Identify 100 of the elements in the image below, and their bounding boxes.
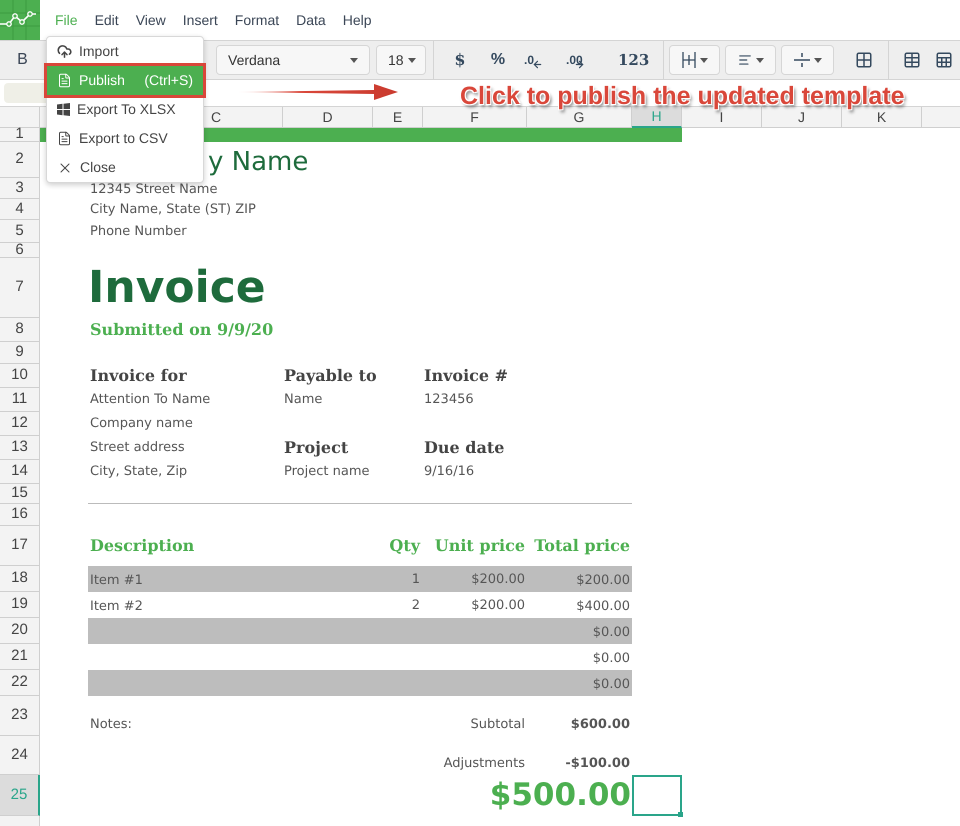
item-description: Item #2: [90, 599, 143, 614]
row-header[interactable]: 18: [0, 566, 40, 592]
row-header[interactable]: 13: [0, 436, 40, 460]
row-header[interactable]: 4: [0, 199, 40, 220]
column-header[interactable]: F: [423, 107, 527, 128]
bill-to-line: Company name: [90, 415, 193, 434]
row-header[interactable]: 14: [0, 460, 40, 484]
menu-item[interactable]: Close: [47, 153, 203, 182]
menu-bar-item[interactable]: Format: [234, 10, 280, 30]
row-header[interactable]: 22: [0, 670, 40, 696]
row-header[interactable]: 6: [0, 243, 40, 258]
item-total: $0.00: [592, 624, 630, 642]
font-size-select[interactable]: 18: [376, 45, 426, 75]
row-header[interactable]: 1: [0, 128, 40, 142]
percent-button[interactable]: %: [486, 48, 510, 72]
row-header[interactable]: 9: [0, 342, 40, 364]
row-header[interactable]: 5: [0, 220, 40, 243]
notes-label: Notes:: [90, 716, 132, 734]
row-header[interactable]: 2: [0, 142, 40, 178]
row-header[interactable]: 11: [0, 388, 40, 412]
increase-decimals-button[interactable]: .00: [566, 48, 596, 72]
menu-bar-item[interactable]: Edit: [94, 10, 119, 30]
subtotal-value: $600.00: [570, 716, 630, 734]
borders-button[interactable]: [669, 45, 720, 75]
selected-cell[interactable]: [632, 775, 682, 816]
bill-to-line: Street address: [90, 439, 185, 458]
row-header[interactable]: 15: [0, 484, 40, 504]
currency-button[interactable]: $: [448, 48, 472, 72]
menu-bar-item[interactable]: Help: [342, 10, 372, 30]
item-total: $0.00: [592, 676, 630, 694]
item-description: Item #1: [90, 573, 143, 588]
caret-icon: [408, 58, 416, 62]
row-header[interactable]: 7: [0, 258, 40, 318]
row-header[interactable]: 3: [0, 178, 40, 199]
company-name: y Name: [208, 146, 308, 178]
row-header[interactable]: 10: [0, 364, 40, 388]
total-amount: $500.00: [490, 780, 631, 811]
decrease-decimals-button[interactable]: .0: [524, 48, 552, 72]
cloud-upload-icon: [57, 44, 72, 59]
row-header[interactable]: 24: [0, 736, 40, 775]
section-heading: Due date: [424, 437, 504, 459]
menu-bar-item[interactable]: View: [136, 10, 166, 30]
column-heading: Total price: [534, 535, 630, 557]
shortcut-label: (Ctrl+S): [144, 71, 193, 90]
document-icon: [57, 131, 72, 146]
section-heading: Project: [284, 437, 348, 459]
menu-bar-item[interactable]: Insert: [182, 10, 218, 30]
row-header[interactable]: 21: [0, 644, 40, 670]
project-name: Project name: [284, 463, 370, 482]
border-icon: [682, 52, 696, 68]
windows-icon: [57, 103, 70, 116]
adjustments-value: -$100.00: [565, 754, 630, 772]
column-header[interactable]: D: [283, 107, 373, 128]
column-heading: Qty: [389, 535, 420, 557]
caret-icon: [814, 58, 822, 62]
column-header[interactable]: J: [762, 107, 842, 128]
caret-icon: [700, 58, 708, 62]
merge-cells-icon: [855, 51, 874, 69]
arrow-left-icon: [532, 59, 543, 70]
column-heading: Description: [90, 535, 194, 557]
sheet-icon[interactable]: [935, 51, 954, 69]
number-format-button[interactable]: 123: [618, 48, 650, 72]
caret-icon: [756, 58, 764, 62]
row-header[interactable]: 19: [0, 592, 40, 618]
section-heading: Invoice #: [424, 365, 508, 387]
menu-item[interactable]: Import: [47, 37, 203, 66]
vertical-align-button[interactable]: [781, 45, 834, 75]
section-heading: Payable to: [284, 365, 377, 387]
column-header[interactable]: E: [373, 107, 423, 128]
row-header[interactable]: 17: [0, 526, 40, 566]
item-total: $400.00: [576, 598, 630, 616]
item-total: $0.00: [592, 650, 630, 668]
item-unit-price: $200.00: [471, 596, 525, 614]
row-header[interactable]: 12: [0, 412, 40, 436]
invoice-title: Invoice: [88, 266, 266, 310]
submitted-date: Submitted on 9/9/20: [90, 319, 274, 341]
item-total: $200.00: [576, 572, 630, 590]
row-header[interactable]: 8: [0, 318, 40, 342]
vertical-align-icon: [794, 53, 810, 67]
align-button[interactable]: [725, 45, 776, 75]
column-heading: Unit price: [434, 535, 525, 557]
row-header[interactable]: 20: [0, 618, 40, 644]
adjustments-label: Adjustments: [444, 754, 525, 772]
bill-to-line: City, State, Zip: [90, 463, 188, 482]
align-left-icon: [738, 53, 752, 67]
address-line: Phone Number: [90, 222, 187, 241]
menu-bar-item[interactable]: Data: [296, 10, 326, 30]
row-header[interactable]: 23: [0, 696, 40, 736]
document-icon: [57, 73, 72, 88]
item-unit-price: $200.00: [471, 570, 525, 588]
spreadsheet-logo-icon[interactable]: [0, 0, 40, 40]
subtotal-label: Subtotal: [470, 716, 525, 734]
address-line: City Name, State (ST) ZIP: [90, 200, 256, 219]
fill-handle[interactable]: [678, 812, 683, 817]
row-header[interactable]: 16: [0, 504, 40, 526]
bold-button[interactable]: B: [0, 41, 45, 79]
payee-name: Name: [284, 391, 322, 410]
table-icon[interactable]: [903, 51, 922, 69]
bill-to-line: Attention To Name: [90, 391, 210, 410]
font-select[interactable]: Verdana: [216, 45, 370, 75]
